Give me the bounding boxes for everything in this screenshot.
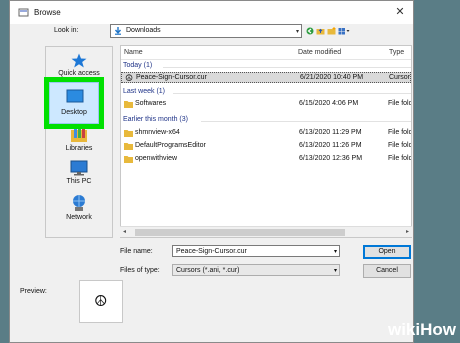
place-desktop[interactable]: Desktop bbox=[49, 82, 99, 124]
folder-icon bbox=[124, 156, 133, 163]
lookin-label: Look in: bbox=[54, 27, 79, 34]
places-bar: Quick access Libraries This PC Network bbox=[45, 46, 113, 238]
chevron-down-icon[interactable]: ▾ bbox=[334, 248, 337, 255]
scroll-right-icon[interactable]: ▸ bbox=[406, 228, 409, 235]
filename-label: File name: bbox=[120, 248, 153, 255]
filetype-dropdown[interactable]: Cursors (*.ani, *.cur) ▾ bbox=[172, 264, 340, 276]
divider bbox=[173, 93, 411, 94]
browse-dialog: Browse ✕ Look in: Downloads ▾ Quick acce… bbox=[9, 0, 414, 343]
file-type: File folder bbox=[388, 129, 411, 136]
back-icon[interactable] bbox=[306, 27, 314, 35]
file-row[interactable]: Softwares 6/15/2020 4:06 PM File folder bbox=[121, 99, 411, 110]
file-date: 6/21/2020 10:40 PM bbox=[300, 74, 364, 81]
place-libraries[interactable]: Libraries bbox=[46, 127, 112, 152]
filetype-label: Files of type: bbox=[120, 267, 160, 274]
star-icon bbox=[71, 53, 87, 68]
column-type[interactable]: Type bbox=[389, 49, 404, 56]
title-bar: Browse ✕ bbox=[10, 1, 413, 24]
folder-icon bbox=[124, 143, 133, 150]
file-date: 6/15/2020 4:06 PM bbox=[299, 100, 359, 107]
file-type: File folder bbox=[388, 142, 411, 149]
file-name: openwithview bbox=[135, 155, 178, 162]
close-icon[interactable]: ✕ bbox=[393, 5, 407, 19]
divider bbox=[163, 67, 411, 68]
folder-icon bbox=[124, 101, 133, 108]
watermark-how: How bbox=[420, 320, 456, 339]
column-name[interactable]: Name bbox=[124, 49, 143, 56]
group-header[interactable]: Last week (1) bbox=[123, 88, 165, 95]
cancel-button[interactable]: Cancel bbox=[363, 264, 411, 278]
peace-cursor-icon: ☮ bbox=[125, 73, 134, 83]
new-folder-icon[interactable] bbox=[327, 27, 336, 35]
place-quick-access[interactable]: Quick access bbox=[46, 53, 112, 77]
lookin-value: Downloads bbox=[126, 27, 161, 34]
file-date: 6/13/2020 12:36 PM bbox=[299, 155, 363, 162]
peace-sign-icon: ☮ bbox=[94, 293, 108, 310]
folder-icon bbox=[124, 130, 133, 137]
scroll-left-icon[interactable]: ◂ bbox=[123, 228, 126, 235]
filename-value: Peace-Sign-Cursor.cur bbox=[176, 248, 247, 255]
divider bbox=[201, 121, 411, 122]
file-type: File folder bbox=[388, 155, 411, 162]
up-folder-icon[interactable] bbox=[316, 27, 325, 35]
chevron-down-icon: ▾ bbox=[295, 29, 299, 35]
desktop-highlight[interactable]: Desktop bbox=[44, 77, 104, 129]
chevron-down-icon[interactable]: ▾ bbox=[334, 267, 337, 274]
libraries-icon bbox=[71, 128, 87, 142]
file-name: Peace-Sign-Cursor.cur bbox=[136, 74, 207, 81]
place-label: Quick access bbox=[58, 70, 100, 77]
folder-app-icon bbox=[18, 8, 29, 17]
file-row[interactable]: ☮ Peace-Sign-Cursor.cur 6/21/2020 10:40 … bbox=[121, 72, 411, 83]
file-name: DefaultProgramsEditor bbox=[135, 142, 206, 149]
toolbar bbox=[306, 25, 350, 37]
computer-icon bbox=[70, 160, 88, 176]
file-date: 6/13/2020 11:29 PM bbox=[299, 129, 362, 136]
column-header: Name Date modified Type bbox=[121, 46, 411, 60]
filetype-value: Cursors (*.ani, *.cur) bbox=[176, 267, 240, 274]
place-label: Libraries bbox=[65, 145, 93, 152]
view-menu-icon[interactable] bbox=[338, 27, 350, 35]
watermark-wiki: wiki bbox=[387, 320, 421, 339]
desktop-icon bbox=[66, 89, 84, 103]
place-network[interactable]: Network bbox=[46, 194, 112, 221]
file-type: File folder bbox=[388, 100, 411, 107]
preview-label: Preview: bbox=[20, 288, 47, 295]
preview-pane: ☮ bbox=[79, 280, 123, 323]
place-label: Network bbox=[66, 214, 92, 221]
wikihow-watermark: wikiHow bbox=[388, 320, 456, 340]
place-label: Desktop bbox=[61, 109, 87, 116]
download-arrow-icon bbox=[114, 27, 122, 35]
open-button[interactable]: Open bbox=[363, 245, 411, 259]
file-row[interactable]: DefaultProgramsEditor 6/13/2020 11:26 PM… bbox=[121, 141, 411, 152]
file-list: Name Date modified Type Today (1) ☮ Peac… bbox=[120, 45, 412, 238]
file-type: Cursor bbox=[389, 74, 411, 81]
horizontal-scrollbar[interactable]: ◂ ▸ bbox=[120, 226, 412, 237]
lookin-dropdown[interactable]: Downloads ▾ bbox=[110, 24, 302, 38]
file-row[interactable]: shmnview-x64 6/13/2020 11:29 PM File fol… bbox=[121, 128, 411, 139]
window-title: Browse bbox=[34, 8, 61, 17]
scroll-thumb[interactable] bbox=[135, 229, 345, 236]
file-name: shmnview-x64 bbox=[135, 129, 180, 136]
file-row[interactable]: openwithview 6/13/2020 12:36 PM File fol… bbox=[121, 154, 411, 165]
column-date[interactable]: Date modified bbox=[298, 49, 341, 56]
network-icon bbox=[73, 195, 85, 211]
file-name: Softwares bbox=[135, 100, 167, 107]
filename-input[interactable]: Peace-Sign-Cursor.cur ▾ bbox=[172, 245, 340, 257]
place-this-pc[interactable]: This PC bbox=[46, 160, 112, 185]
group-header[interactable]: Earlier this month (3) bbox=[123, 116, 188, 123]
group-header[interactable]: Today (1) bbox=[123, 62, 152, 69]
file-date: 6/13/2020 11:26 PM bbox=[299, 142, 362, 149]
place-label: This PC bbox=[66, 178, 92, 185]
